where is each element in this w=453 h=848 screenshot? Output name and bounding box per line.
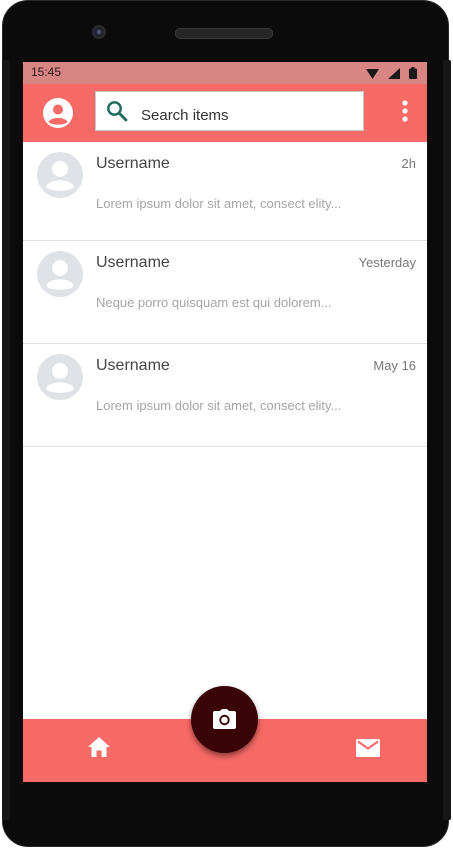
more-options-button[interactable] — [401, 99, 409, 125]
phone-side-left — [2, 60, 10, 820]
more-vert-icon — [402, 100, 408, 122]
app-bar: Search items — [23, 84, 427, 142]
front-camera — [92, 25, 106, 39]
username: Username — [96, 357, 170, 374]
search-placeholder: Search items — [141, 107, 229, 124]
battery-icon — [409, 66, 417, 84]
list-item[interactable]: Username Yesterday Neque porro quisquam … — [23, 241, 427, 344]
username: Username — [96, 254, 170, 271]
camera-icon — [213, 709, 236, 729]
earpiece-speaker — [175, 28, 273, 39]
status-time: 15:45 — [31, 65, 62, 79]
user-avatar-icon — [37, 251, 83, 297]
camera-fab-button[interactable] — [191, 686, 258, 753]
list-item[interactable]: Username May 16 Lorem ipsum dolor sit am… — [23, 344, 427, 447]
search-icon — [106, 100, 128, 127]
message-time: 2h — [401, 156, 416, 171]
account-button[interactable] — [42, 97, 74, 129]
message-preview: Lorem ipsum dolor sit amet, consect elit… — [96, 398, 342, 413]
home-button[interactable] — [87, 736, 111, 763]
message-list: Username 2h Lorem ipsum dolor sit amet, … — [23, 142, 427, 447]
user-avatar-icon — [37, 354, 83, 400]
account-circle-icon — [43, 98, 73, 128]
wifi-icon — [366, 66, 379, 84]
message-preview: Neque porro quisquam est qui dolorem... — [96, 295, 332, 310]
app-screen: 15:45 Search items Username 2h Lorem ips… — [23, 62, 427, 782]
user-avatar-icon — [37, 152, 83, 198]
home-icon — [88, 737, 110, 757]
list-item[interactable]: Username 2h Lorem ipsum dolor sit amet, … — [23, 142, 427, 241]
search-box[interactable]: Search items — [95, 91, 364, 131]
status-bar: 15:45 — [23, 62, 427, 84]
mail-icon — [356, 739, 380, 757]
mail-button[interactable] — [356, 739, 380, 762]
username: Username — [96, 155, 170, 172]
message-time: Yesterday — [358, 255, 416, 270]
phone-side-right — [443, 60, 451, 820]
cellular-signal-icon — [388, 66, 400, 84]
message-time: May 16 — [373, 358, 416, 373]
message-preview: Lorem ipsum dolor sit amet, consect elit… — [96, 196, 342, 211]
status-icons — [366, 66, 417, 84]
